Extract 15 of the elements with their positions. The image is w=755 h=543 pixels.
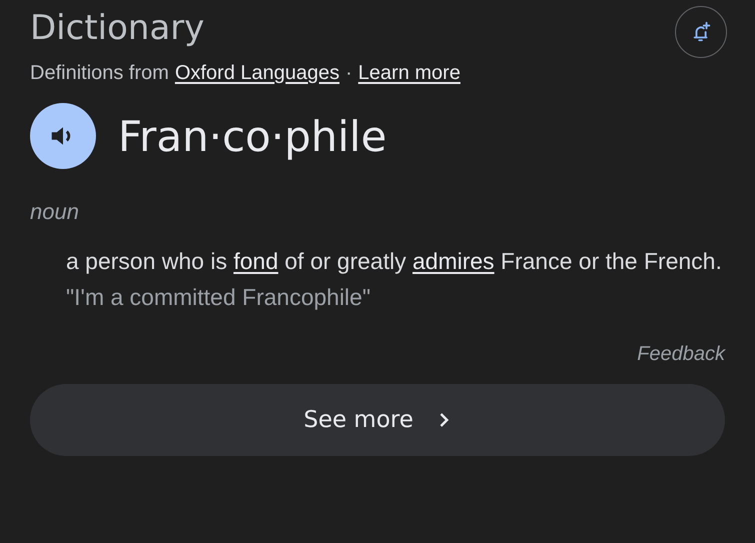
definition-link[interactable]: admires <box>412 248 494 274</box>
source-text: Definitions from <box>30 62 169 85</box>
source-text: · <box>346 62 352 85</box>
see-more-button[interactable]: See more <box>30 384 725 456</box>
definition-text: a person who is fond of or greatly admires France or the French. <box>66 247 723 276</box>
card-title: Dictionary <box>30 7 206 50</box>
alert-button[interactable] <box>675 6 727 58</box>
chevron-right-icon <box>437 411 452 429</box>
source-link[interactable]: Learn more <box>358 62 460 85</box>
part-of-speech: noun <box>30 199 80 225</box>
example-text: "I'm a committed Francophile" <box>66 283 372 312</box>
feedback-link[interactable]: Feedback <box>637 343 725 366</box>
definition-link[interactable]: fond <box>233 248 278 274</box>
headword: Fran·co·phile <box>118 112 387 160</box>
source-link[interactable]: Oxford Languages <box>174 62 340 85</box>
